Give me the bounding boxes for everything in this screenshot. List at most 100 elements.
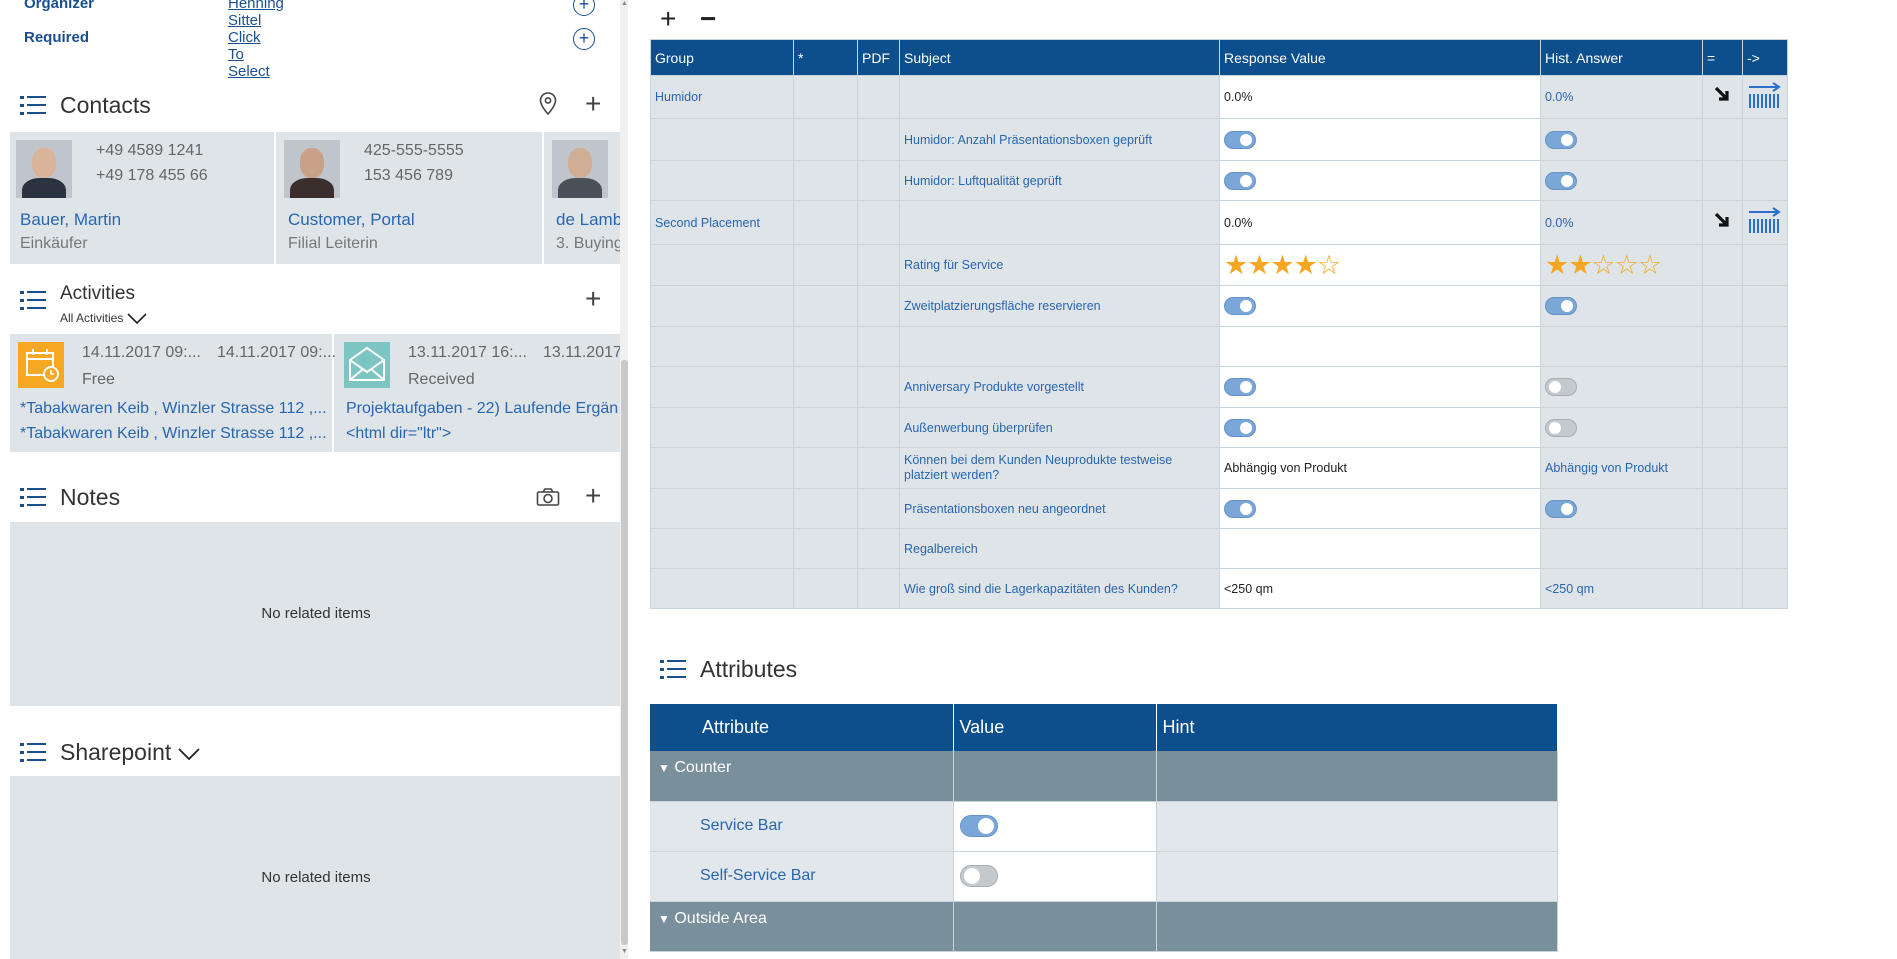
add-contact-plus-icon[interactable]: + [585, 90, 601, 118]
col-attribute[interactable]: Attribute [650, 704, 954, 751]
activities-filter[interactable]: All Activities [60, 311, 147, 325]
response-cell[interactable] [1219, 326, 1541, 367]
required-add-circle-plus-icon[interactable]: + [573, 28, 595, 50]
subject-cell: Wie groß sind die Lagerkapazitäten des K… [899, 568, 1220, 609]
organizer-add-circle-plus-icon[interactable]: + [573, 0, 595, 16]
activity-line-2[interactable]: <html dir="ltr"> [346, 425, 451, 443]
scroll-up-arrow-icon[interactable]: ▲ [620, 0, 628, 7]
star-cell [793, 528, 858, 569]
response-toggle[interactable] [1224, 171, 1256, 190]
chevron-down-icon[interactable]: ▼ [658, 912, 670, 926]
camera-icon[interactable] [536, 484, 560, 512]
col-hist[interactable]: Hist. Answer [1540, 39, 1703, 76]
contact-name[interactable]: Bauer, Martin [20, 210, 121, 230]
group-hint-cell [1156, 751, 1558, 802]
contact-card[interactable]: de Lambe 3. Buying [546, 132, 622, 264]
arrow-down-right-icon[interactable] [1702, 200, 1743, 245]
contact-role: Filial Leiterin [288, 235, 378, 252]
col-pdf[interactable]: PDF [857, 39, 900, 76]
response-cell[interactable]: 0.0% [1219, 75, 1541, 119]
table-row: Second Placement 0.0% 0.0% [650, 200, 1788, 245]
response-cell[interactable] [1219, 528, 1541, 569]
contact-name[interactable]: de Lambe [556, 210, 622, 230]
self-service-bar-toggle[interactable] [959, 865, 998, 887]
col-arrow[interactable]: -> [1742, 39, 1788, 76]
sharepoint-title[interactable]: Sharepoint [60, 739, 200, 766]
eq-cell [1702, 244, 1743, 286]
col-value[interactable]: Value [953, 704, 1157, 751]
contact-card[interactable]: +49 4589 1241 +49 178 455 66 Bauer, Mart… [10, 132, 276, 264]
hist-toggle [1545, 130, 1577, 149]
required-label: Required [24, 29, 90, 46]
location-pin-icon[interactable] [538, 92, 558, 121]
response-toggle[interactable] [1224, 418, 1256, 437]
pdf-cell [857, 118, 900, 161]
contact-phone-1: +49 4589 1241 [96, 142, 204, 159]
eq-cell [1702, 407, 1743, 448]
col-subject[interactable]: Subject [899, 39, 1220, 76]
hist-cell [1540, 160, 1703, 201]
scroll-down-arrow-icon[interactable]: ▼ [620, 948, 628, 955]
group-cell [650, 366, 794, 408]
sharepoint-title-label: Sharepoint [60, 739, 172, 765]
group-row[interactable]: ▼ Outside Area [650, 901, 1558, 952]
group-cell [650, 568, 794, 609]
response-toggle[interactable] [1224, 378, 1256, 396]
col-eq[interactable]: = [1702, 39, 1743, 76]
col-hint[interactable]: Hint [1156, 704, 1558, 751]
required-link[interactable]: Click To Select [228, 29, 270, 80]
group-value-cell [953, 751, 1157, 802]
chevron-down-icon[interactable]: ▼ [658, 761, 670, 775]
col-response[interactable]: Response Value [1219, 39, 1541, 76]
arrow-down-right-icon[interactable] [1702, 75, 1743, 119]
group-cell [650, 407, 794, 448]
response-toggle[interactable] [1224, 499, 1256, 518]
star-cell [793, 407, 858, 448]
service-bar-toggle[interactable] [959, 815, 998, 837]
pdf-cell [857, 447, 900, 489]
add-note-plus-icon[interactable]: + [585, 482, 601, 510]
group-row[interactable]: ▼ Counter [650, 751, 1558, 802]
star-cell [793, 75, 858, 119]
activity-line-1[interactable]: *Tabakwaren Keib , Winzler Strasse 112 ,… [20, 400, 327, 418]
group-cell [650, 326, 794, 367]
remove-row-minus-icon[interactable]: − [700, 3, 716, 35]
response-cell[interactable]: 0.0% [1219, 200, 1541, 245]
pdf-cell [857, 407, 900, 448]
activity-card[interactable]: 13.11.2017 16:... 13.11.2017 16 Received… [336, 334, 622, 452]
col-star[interactable]: * [793, 39, 858, 76]
pdf-cell [857, 488, 900, 529]
left-scrollbar[interactable]: ▲ ▼ [620, 0, 628, 959]
hist-cell [1540, 118, 1703, 161]
list-item: Self-Service Bar [650, 851, 1558, 902]
activity-card[interactable]: 14.11.2017 09:... 14.11.2017 09:... Free… [10, 334, 336, 452]
add-activity-plus-icon[interactable]: + [585, 285, 601, 313]
table-row: Wie groß sind die Lagerkapazitäten des K… [650, 568, 1788, 609]
eq-cell [1702, 528, 1743, 569]
response-cell[interactable]: Abhängig von Produkt [1219, 447, 1541, 489]
response-cell [1219, 488, 1541, 529]
attributes-header: Attributes [660, 654, 1160, 694]
arrow-cell [1742, 447, 1788, 489]
response-cell[interactable]: <250 qm [1219, 568, 1541, 609]
activity-line-2[interactable]: *Tabakwaren Keib , Winzler Strasse 112 ,… [20, 425, 327, 443]
table-row: Humidor: Anzahl Präsentationsboxen geprü… [650, 118, 1788, 161]
eq-cell [1702, 568, 1743, 609]
bar-arrow-icon[interactable] [1742, 200, 1788, 245]
response-rating-stars[interactable]: ★★★★☆ [1224, 250, 1341, 280]
bar-arrow-icon[interactable] [1742, 75, 1788, 119]
contact-card[interactable]: 425-555-5555 153 456 789 Customer, Porta… [278, 132, 544, 264]
activity-status: Free [82, 371, 115, 388]
scrollbar-thumb[interactable] [621, 360, 628, 945]
col-group[interactable]: Group [650, 39, 794, 76]
arrow-cell [1742, 285, 1788, 327]
add-row-plus-icon[interactable]: + [660, 3, 676, 35]
activity-line-1[interactable]: Projektaufgaben - 22) Laufende Ergän [346, 400, 618, 418]
organizer-link[interactable]: Henning Sittel [228, 0, 284, 29]
response-toggle[interactable] [1224, 297, 1256, 315]
contact-name[interactable]: Customer, Portal [288, 210, 415, 230]
attribute-hint-cell [1156, 801, 1558, 852]
activity-date-to: 14.11.2017 09:... [217, 344, 336, 361]
response-toggle[interactable] [1224, 130, 1256, 149]
list-icon [20, 289, 46, 311]
